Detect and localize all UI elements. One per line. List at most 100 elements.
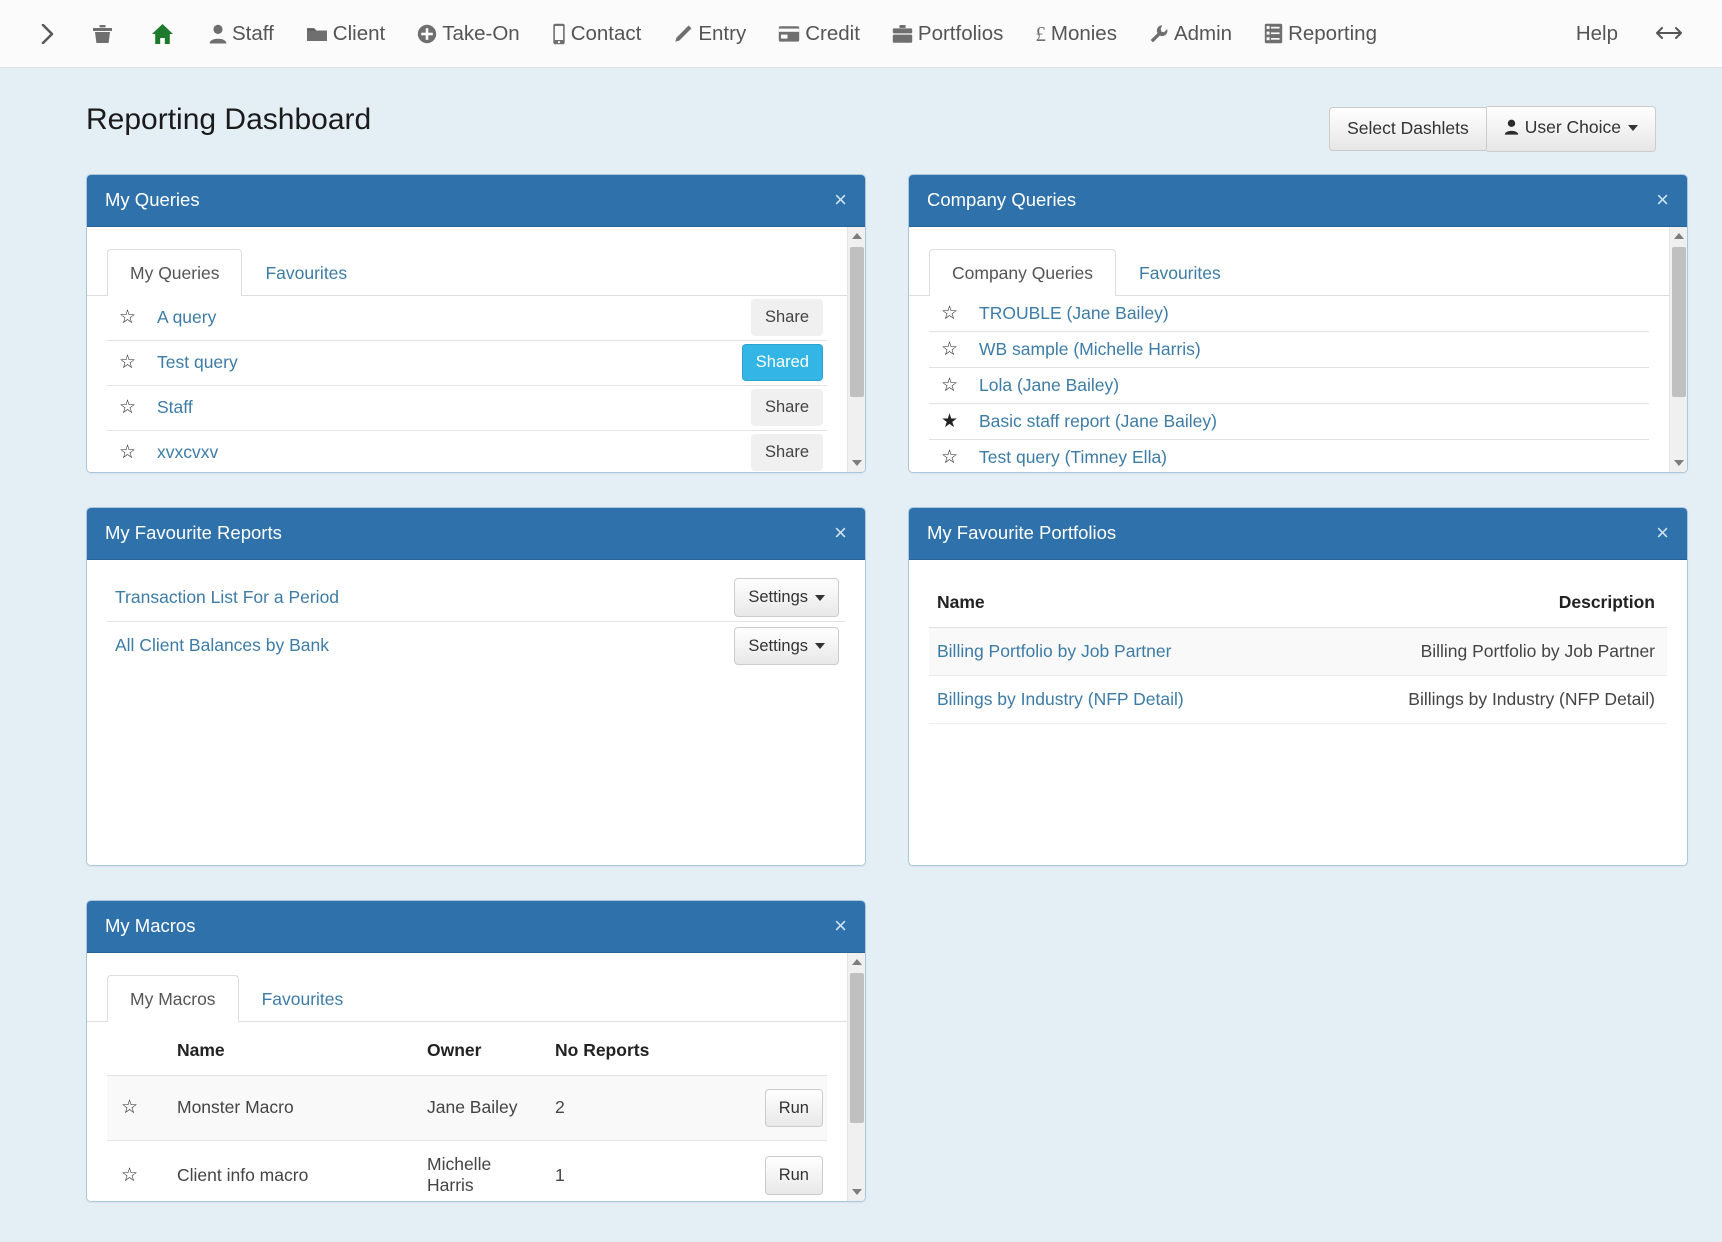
- favourite-star-icon[interactable]: ☆: [931, 304, 979, 323]
- help-link[interactable]: Help: [1558, 22, 1636, 46]
- favourite-star-icon[interactable]: ☆: [931, 376, 979, 395]
- scroll-up-arrow-icon[interactable]: [848, 953, 865, 971]
- nav-item-reporting[interactable]: Reporting: [1248, 0, 1393, 68]
- tab-my-macros[interactable]: My Macros: [107, 975, 239, 1022]
- favourite-star-icon[interactable]: ☆: [107, 1075, 169, 1141]
- close-icon[interactable]: ×: [834, 915, 847, 937]
- tab-favourites[interactable]: Favourites: [239, 975, 367, 1022]
- list-item: Transaction List For a Period Settings: [107, 574, 845, 622]
- scroll-down-arrow-icon[interactable]: [848, 454, 865, 472]
- scroll-up-arrow-icon[interactable]: [1670, 227, 1687, 245]
- list-item: ☆ Staff Share: [107, 386, 827, 431]
- favourite-star-icon[interactable]: ☆: [109, 353, 157, 372]
- row-actions: Share: [751, 434, 825, 471]
- scrollbar-company-queries[interactable]: [1669, 227, 1687, 472]
- run-button[interactable]: Run: [765, 1089, 823, 1128]
- nav-item-portfolios[interactable]: Portfolios: [876, 0, 1019, 68]
- nav-briefcase[interactable]: [73, 0, 132, 68]
- row-actions: Run: [727, 1075, 827, 1141]
- favourite-star-icon[interactable]: ☆: [109, 443, 157, 462]
- nav-label-take-on: Take-On: [442, 0, 519, 68]
- scrollbar-my-queries[interactable]: [847, 227, 865, 472]
- close-icon[interactable]: ×: [1656, 189, 1669, 211]
- query-link[interactable]: Test query: [157, 352, 742, 373]
- report-link[interactable]: Transaction List For a Period: [111, 587, 339, 608]
- share-button[interactable]: Share: [751, 299, 823, 336]
- home-icon: [151, 23, 174, 45]
- nav-expand-chevron[interactable]: [22, 0, 73, 68]
- nav-item-entry[interactable]: Entry: [657, 0, 762, 68]
- list-item: All Client Balances by Bank Settings: [107, 622, 845, 670]
- nav-label-reporting: Reporting: [1288, 0, 1377, 68]
- nav-label-contact: Contact: [571, 0, 642, 68]
- favourite-star-icon[interactable]: ☆: [931, 448, 979, 467]
- panel-header-my-macros: My Macros ×: [87, 901, 865, 953]
- nav-item-admin[interactable]: Admin: [1133, 0, 1248, 68]
- query-link[interactable]: Lola (Jane Bailey): [979, 375, 1647, 396]
- nav-item-take-on[interactable]: Take-On: [401, 0, 535, 68]
- panel-title: My Favourite Portfolios: [927, 522, 1116, 544]
- query-link[interactable]: WB sample (Michelle Harris): [979, 339, 1647, 360]
- nav-item-credit[interactable]: Credit: [762, 0, 876, 68]
- tab-favourites[interactable]: Favourites: [1116, 249, 1244, 296]
- row-actions: Run: [727, 1141, 827, 1201]
- table-header-row: Name Description: [929, 578, 1667, 628]
- table-favourite-portfolios: Name Description Billing Portfolio by Jo…: [929, 578, 1667, 724]
- favourite-star-icon[interactable]: ★: [931, 412, 979, 431]
- nav-item-client[interactable]: Client: [290, 0, 401, 68]
- run-button[interactable]: Run: [765, 1156, 823, 1195]
- nav-right-group: Help: [1558, 21, 1696, 47]
- favourite-star-icon[interactable]: ☆: [109, 398, 157, 417]
- row-actions: Share: [751, 389, 825, 426]
- share-button[interactable]: Share: [751, 434, 823, 471]
- close-icon[interactable]: ×: [834, 189, 847, 211]
- close-icon[interactable]: ×: [834, 522, 847, 544]
- query-link[interactable]: TROUBLE (Jane Bailey): [979, 303, 1647, 324]
- list-alt-icon: [1264, 23, 1283, 44]
- tab-company-queries[interactable]: Company Queries: [929, 249, 1116, 296]
- table-row: ☆ Client info macro Michelle Harris 1 Ru…: [107, 1141, 827, 1201]
- mobile-icon: [552, 23, 566, 45]
- portfolio-description: Billings by Industry (NFP Detail): [1294, 675, 1667, 723]
- favourite-star-icon[interactable]: ☆: [109, 308, 157, 327]
- nav-item-staff[interactable]: Staff: [193, 0, 290, 68]
- portfolio-link[interactable]: Billing Portfolio by Job Partner: [937, 641, 1171, 661]
- scroll-up-arrow-icon[interactable]: [848, 227, 865, 245]
- settings-button[interactable]: Settings: [734, 627, 839, 666]
- folder-icon: [306, 24, 328, 43]
- query-link[interactable]: xvxcvxv: [157, 442, 751, 463]
- query-link[interactable]: Staff: [157, 397, 751, 418]
- tab-my-queries[interactable]: My Queries: [107, 249, 242, 296]
- list-company-queries: ☆ TROUBLE (Jane Bailey) ☆ WB sample (Mic…: [909, 296, 1669, 472]
- column-header-description: Description: [1294, 578, 1667, 628]
- report-link[interactable]: All Client Balances by Bank: [111, 635, 329, 656]
- scrollbar-thumb[interactable]: [1672, 247, 1686, 397]
- scroll-down-arrow-icon[interactable]: [848, 1183, 865, 1201]
- column-header-star: [107, 1026, 169, 1076]
- scrollbar-my-macros[interactable]: [847, 953, 865, 1201]
- panel-favourite-portfolios: My Favourite Portfolios × Name Descripti…: [908, 507, 1688, 866]
- scrollbar-thumb[interactable]: [850, 247, 864, 397]
- nav-item-monies[interactable]: £ Monies: [1019, 0, 1133, 68]
- scrollbar-thumb[interactable]: [850, 973, 864, 1123]
- nav-item-contact[interactable]: Contact: [536, 0, 658, 68]
- nav-label-credit: Credit: [805, 0, 860, 68]
- nav-home[interactable]: [132, 0, 193, 68]
- user-choice-button[interactable]: User Choice: [1487, 106, 1656, 152]
- settings-button[interactable]: Settings: [734, 578, 839, 617]
- share-button[interactable]: Share: [751, 389, 823, 426]
- panel-header-company-queries: Company Queries ×: [909, 175, 1687, 227]
- query-link[interactable]: Test query (Timney Ella): [979, 447, 1647, 468]
- close-icon[interactable]: ×: [1656, 522, 1669, 544]
- select-dashlets-button[interactable]: Select Dashlets: [1329, 107, 1487, 151]
- scroll-down-arrow-icon[interactable]: [1670, 454, 1687, 472]
- column-header-actions: [727, 1026, 827, 1076]
- favourite-star-icon[interactable]: ☆: [931, 340, 979, 359]
- favourite-star-icon[interactable]: ☆: [107, 1141, 169, 1201]
- arrows-horizontal-icon[interactable]: [1636, 21, 1696, 47]
- portfolio-link[interactable]: Billings by Industry (NFP Detail): [937, 689, 1184, 709]
- shared-button[interactable]: Shared: [742, 344, 823, 381]
- tab-favourites[interactable]: Favourites: [242, 249, 370, 296]
- query-link[interactable]: Basic staff report (Jane Bailey): [979, 411, 1647, 432]
- query-link[interactable]: A query: [157, 307, 751, 328]
